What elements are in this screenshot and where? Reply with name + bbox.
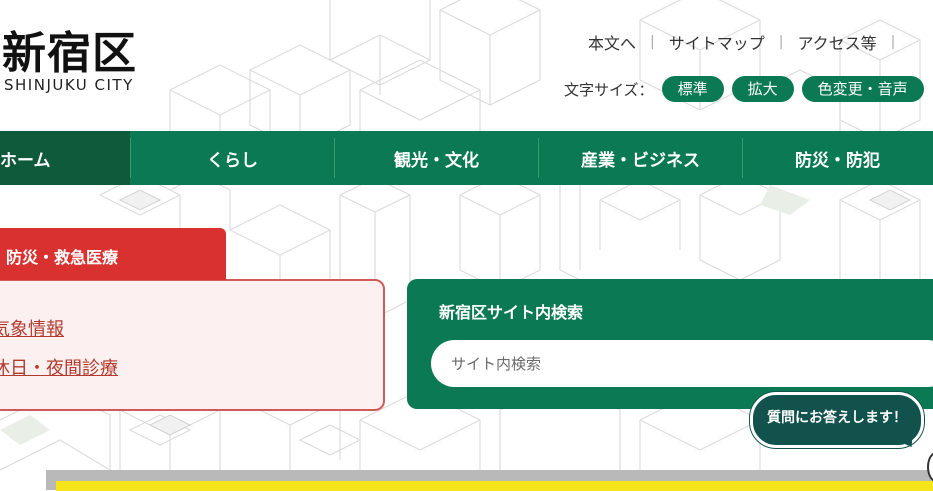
yellow-banner [56, 481, 933, 491]
site-search-input[interactable] [431, 340, 933, 387]
global-nav: ホーム くらし 観光・文化 産業・ビジネス 防災・防犯 [0, 131, 933, 185]
holiday-night-clinic-link[interactable]: 休日・夜間診療 [0, 354, 118, 380]
logo-kanji: 新宿区 [2, 28, 137, 79]
access-link[interactable]: アクセス等 [783, 30, 890, 54]
nav-disaster-crime-prevention-label: 防災・防犯 [795, 150, 880, 171]
font-size-standard-button[interactable]: 標準 [661, 76, 724, 102]
emergency-tab-label: 防災・救急医療 [6, 248, 119, 267]
emergency-tab: 防災・救急医療 [0, 228, 226, 280]
nav-living-label: くらし [207, 150, 258, 171]
site-search-panel: 新宿区サイト内検索 [407, 279, 933, 409]
nav-industry-business[interactable]: 産業・ビジネス [539, 131, 742, 185]
site-logo[interactable]: 新宿区 SHINJUKU CITY [2, 28, 137, 95]
color-voice-button[interactable]: 色変更・音声 [801, 76, 924, 102]
emergency-panel: 気象情報 休日・夜間診療 [0, 279, 385, 411]
nav-tourism-culture[interactable]: 観光・文化 [335, 131, 538, 185]
skip-to-content-link[interactable]: 本文へ [574, 30, 650, 54]
font-size-controls: 文字サイズ： 標準 拡大 色変更・音声 [564, 76, 924, 102]
nav-industry-business-label: 産業・ビジネス [581, 150, 700, 171]
utility-separator: | [890, 34, 896, 50]
nav-home-label: ホーム [0, 150, 51, 171]
utility-links: 本文へ | サイトマップ | アクセス等 | [574, 30, 895, 54]
nav-home[interactable]: ホーム [0, 131, 130, 185]
weather-info-link[interactable]: 気象情報 [0, 315, 64, 341]
font-size-enlarge-button[interactable]: 拡大 [731, 76, 794, 102]
nav-disaster-crime-prevention[interactable]: 防災・防犯 [743, 131, 932, 185]
nav-tourism-culture-label: 観光・文化 [394, 150, 479, 171]
font-size-label: 文字サイズ： [564, 80, 654, 99]
chatbot-label: 質問にお答えします！ [767, 410, 907, 426]
nav-living[interactable]: くらし [131, 131, 334, 185]
site-search-title: 新宿区サイト内検索 [439, 303, 584, 322]
logo-english: SHINJUKU CITY [4, 76, 134, 94]
sitemap-link[interactable]: サイトマップ [655, 30, 779, 54]
